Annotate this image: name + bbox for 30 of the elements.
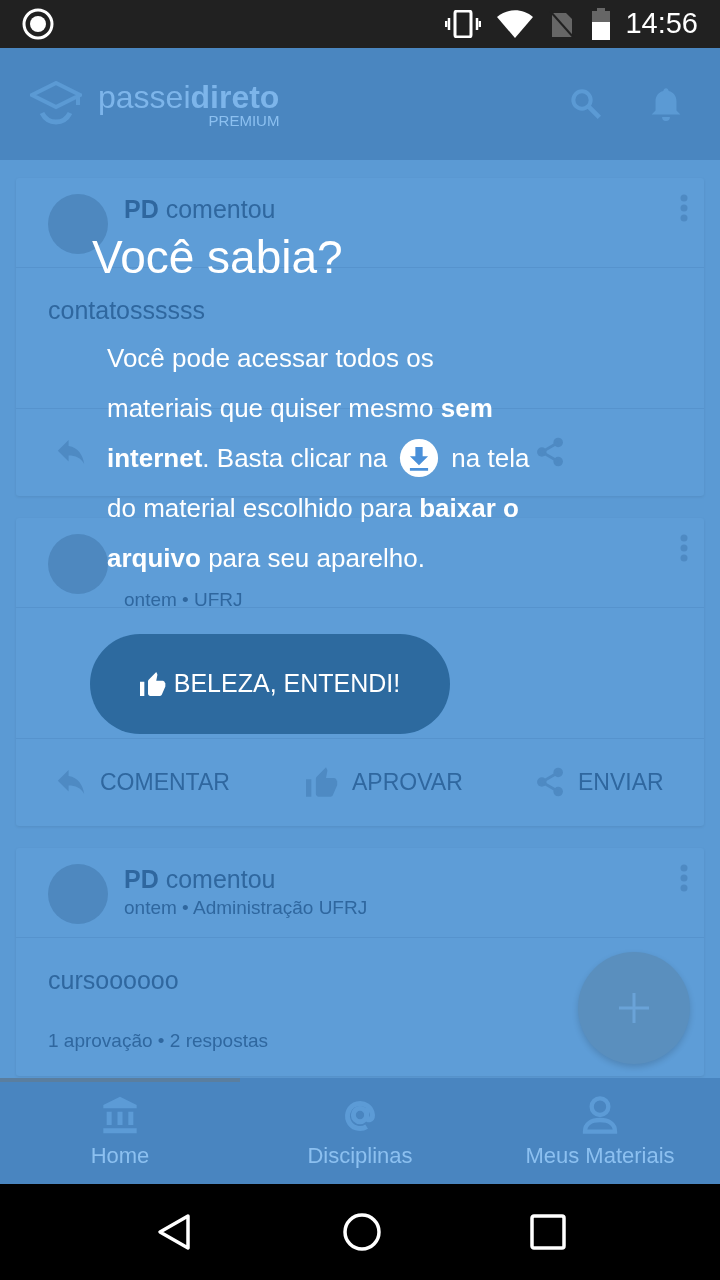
post-content: cursoooooo (48, 964, 180, 996)
nav-tab[interactable]: Meus Materiais (480, 1078, 720, 1184)
home-button[interactable] (342, 1212, 382, 1252)
battery-icon (591, 8, 612, 40)
post-author: PD comentou (124, 194, 277, 224)
tip-title: Você sabia? (92, 232, 343, 283)
got-it-button[interactable]: BELEZA, ENTENDI! (90, 634, 450, 734)
vibrate-icon (445, 10, 482, 38)
wifi-icon (497, 10, 534, 38)
home-circle-icon (342, 1212, 382, 1252)
post-author: PD comentou (124, 863, 277, 894)
app-notification-icon (22, 8, 54, 40)
recents-button[interactable] (530, 1214, 566, 1250)
premium-label: PREMIUM (207, 112, 280, 128)
tip-text: internet. Basta clicar na (107, 442, 388, 475)
download-icon (399, 438, 440, 478)
plus-icon (619, 993, 649, 1023)
like-action-button[interactable]: APROVAR (306, 764, 463, 800)
recents-icon (530, 1214, 566, 1250)
post-meta: ontem • Administração UFRJ (124, 895, 369, 920)
reply-action-button[interactable]: COMENTAR (56, 764, 230, 800)
thumbs-up-icon (139, 672, 166, 696)
clock-time: 14:56 (625, 6, 698, 42)
post-content: contatossssss (48, 295, 206, 326)
nav-tab[interactable]: Disciplinas (240, 1078, 480, 1184)
share-action-button[interactable]: ENVIAR (536, 764, 664, 800)
post-stats: 1 aprovação • 2 respostas (48, 1029, 269, 1053)
post-meta: ontem • UFRJ (124, 587, 244, 612)
tip-text: na tela (451, 442, 530, 475)
tip-text: do material escolhido para baixar o arquivo para seu aparelho. (107, 492, 520, 575)
